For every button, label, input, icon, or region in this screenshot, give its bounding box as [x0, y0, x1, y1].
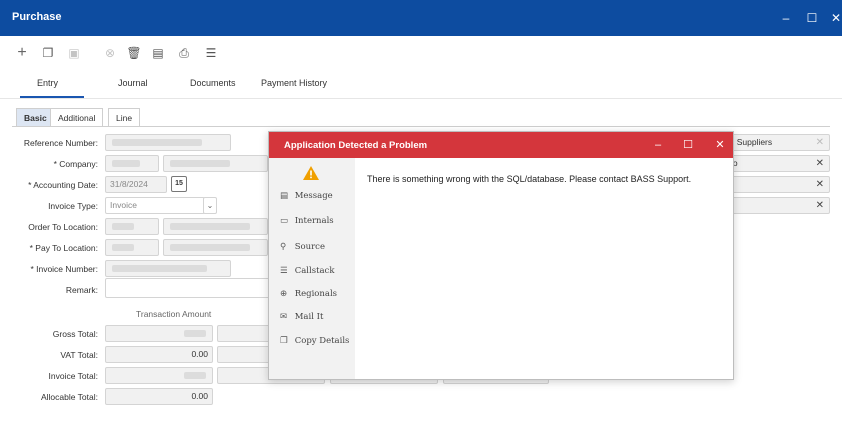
subtab-basic[interactable]: Basic — [16, 108, 55, 126]
invoice-type-label: Invoice Type: — [48, 201, 98, 211]
clear-icon[interactable]: ✕ — [816, 135, 824, 150]
order-to-location-label: Order To Location: — [28, 222, 98, 232]
maximize-button[interactable]: ☐ — [802, 8, 822, 28]
sidebar-item-copy-details[interactable]: ❐ Copy Details — [280, 336, 349, 346]
dialog-titlebar: Application Detected a Problem – ☐ ✕ — [269, 132, 733, 158]
notes-icon[interactable]: ▤ — [150, 45, 166, 61]
company-code-field[interactable] — [105, 155, 159, 172]
plus-icon[interactable]: + — [14, 45, 30, 61]
chevron-down-icon[interactable]: ⌄ — [203, 197, 217, 214]
print-icon[interactable]: ⎙ — [176, 45, 192, 61]
reference-number-label: Reference Number: — [23, 138, 98, 148]
transaction-amount-header: Transaction Amount — [136, 309, 212, 319]
copy-icon: ❐ — [280, 336, 288, 346]
right-field-3[interactable]: ✕ — [718, 176, 830, 193]
invoice-number-label: * Invoice Number: — [30, 264, 98, 274]
source-icon: ⚲ — [280, 242, 287, 252]
redacted-value — [170, 244, 250, 251]
dialog-title: Application Detected a Problem — [284, 140, 428, 151]
redacted-value — [112, 160, 140, 167]
sidebar-item-message[interactable]: ▤ Message — [280, 191, 333, 201]
redacted-value — [184, 330, 206, 337]
allocable-total-label: Allocable Total: — [40, 392, 98, 402]
mail-icon: ✉ — [280, 312, 288, 322]
message-icon: ▤ — [280, 191, 289, 201]
right-field-4[interactable]: ✕ — [718, 197, 830, 214]
dialog-maximize-button[interactable]: ☐ — [680, 137, 696, 153]
dialog-sidebar: ▤ Message ▭ Internals ⚲ Source ☰ Callsta… — [269, 158, 355, 379]
error-dialog: Application Detected a Problem – ☐ ✕ ▤ M… — [268, 131, 734, 380]
internals-icon: ▭ — [280, 216, 289, 226]
tab-divider — [0, 98, 842, 99]
subtab-line[interactable]: Line — [108, 108, 141, 126]
gross-total-field — [105, 325, 213, 342]
dialog-minimize-button[interactable]: – — [650, 137, 666, 153]
vat-total-field: 0.00 — [105, 346, 213, 363]
list-icon[interactable]: ☰ — [203, 45, 219, 61]
tab-payment-history[interactable]: Payment History — [261, 78, 327, 88]
clear-icon[interactable]: ✕ — [816, 156, 824, 171]
redacted-value — [184, 372, 206, 379]
invoice-total-label: Invoice Total: — [48, 371, 98, 381]
callstack-icon: ☰ — [280, 266, 288, 276]
redacted-value — [170, 223, 250, 230]
pay-to-location-label: * Pay To Location: — [29, 243, 98, 253]
calendar-icon[interactable]: 15 — [171, 176, 187, 192]
redacted-value — [170, 160, 230, 167]
remark-field[interactable] — [105, 278, 270, 298]
invoice-number-field[interactable] — [105, 260, 231, 277]
clear-icon[interactable]: ✕ — [816, 198, 824, 213]
subtab-additional[interactable]: Additional — [50, 108, 104, 126]
dialog-message: There is something wrong with the SQL/da… — [367, 174, 692, 184]
window-title: Purchase — [12, 11, 62, 23]
accounting-date-label: * Accounting Date: — [28, 180, 98, 190]
dialog-close-button[interactable]: ✕ — [712, 137, 728, 153]
pay-to-location-name-field[interactable] — [163, 239, 268, 256]
save-icon[interactable]: ▣ — [66, 45, 82, 61]
redacted-value — [112, 244, 134, 251]
accounting-date-field[interactable]: 31/8/2024 — [105, 176, 167, 193]
window-titlebar: Purchase – ☐ ✕ — [0, 0, 842, 36]
order-to-location-name-field[interactable] — [163, 218, 268, 235]
sidebar-item-internals[interactable]: ▭ Internals — [280, 216, 334, 226]
warning-icon — [303, 166, 319, 180]
tab-journal[interactable]: Journal — [118, 78, 148, 88]
close-button[interactable]: ✕ — [826, 8, 842, 28]
tab-documents[interactable]: Documents — [190, 78, 236, 88]
invoice-total-field — [105, 367, 213, 384]
minimize-button[interactable]: – — [776, 8, 796, 28]
contact-field[interactable]: erto ✕ — [718, 155, 830, 172]
sidebar-item-regionals[interactable]: ⊕ Regionals — [280, 289, 337, 299]
subtab-divider — [12, 126, 830, 127]
company-label: * Company: — [53, 159, 98, 169]
toolbar: + ❐ ▣ ⊗ 🗑 ▤ ⎙ ☰ — [0, 36, 842, 68]
sidebar-item-source[interactable]: ⚲ Source — [280, 242, 325, 252]
reference-number-field[interactable] — [105, 134, 231, 151]
tab-entry[interactable]: Entry — [37, 78, 58, 88]
invoice-type-select[interactable]: Invoice — [105, 197, 205, 214]
gross-total-label: Gross Total: — [52, 329, 98, 339]
redacted-value — [112, 139, 202, 146]
globe-icon: ⊕ — [280, 289, 288, 299]
clear-icon[interactable]: ✕ — [816, 177, 824, 192]
supplier-field[interactable]: nal Suppliers ✕ — [718, 134, 830, 151]
copy-icon[interactable]: ❐ — [40, 45, 56, 61]
cancel-icon[interactable]: ⊗ — [102, 45, 118, 61]
sidebar-item-mail-it[interactable]: ✉ Mail It — [280, 312, 323, 322]
remark-label: Remark: — [65, 285, 98, 295]
allocable-total-field: 0.00 — [105, 388, 213, 405]
sidebar-item-callstack[interactable]: ☰ Callstack — [280, 266, 334, 276]
delete-icon[interactable]: 🗑 — [126, 45, 142, 61]
order-to-location-code-field[interactable] — [105, 218, 159, 235]
redacted-value — [112, 223, 134, 230]
company-name-field[interactable] — [163, 155, 268, 172]
vat-total-label: VAT Total: — [60, 350, 98, 360]
pay-to-location-code-field[interactable] — [105, 239, 159, 256]
redacted-value — [112, 265, 207, 272]
